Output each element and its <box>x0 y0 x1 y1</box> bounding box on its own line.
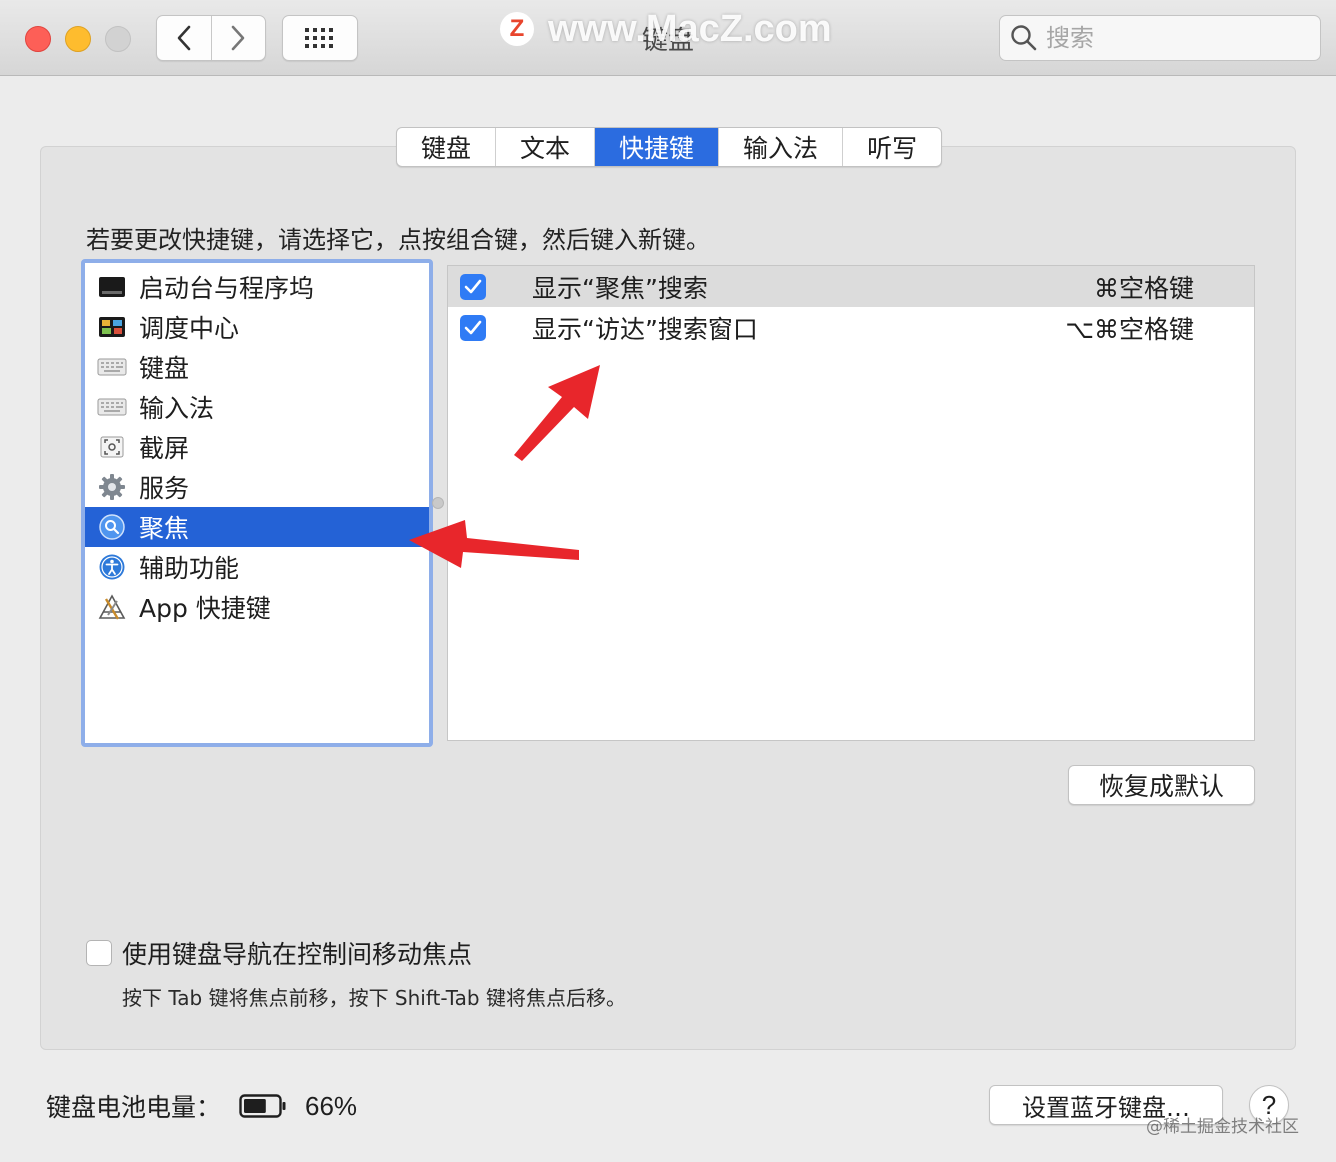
tab-text[interactable]: 文本 <box>495 128 594 166</box>
mission-control-icon <box>97 312 127 342</box>
category-launchpad-dock[interactable]: 启动台与程序坞 <box>85 267 429 307</box>
restore-defaults-button[interactable]: 恢复成默认 <box>1068 765 1255 805</box>
table-row[interactable]: 显示“聚焦”搜索 ⌘空格键 <box>448 266 1254 307</box>
search-icon <box>1011 25 1037 51</box>
launchpad-dock-icon <box>97 272 127 302</box>
category-label: 服务 <box>139 474 190 503</box>
tab-bar: 键盘 文本 快捷键 输入法 听写 <box>396 127 943 167</box>
search-input[interactable] <box>1046 24 1306 52</box>
category-app-shortcuts[interactable]: App 快捷键 <box>85 587 429 627</box>
category-label: 聚焦 <box>139 514 190 543</box>
category-screenshots[interactable]: 截屏 <box>85 427 429 467</box>
tab-keyboard[interactable]: 键盘 <box>397 128 495 166</box>
instruction-text: 若要更改快捷键，请选择它，点按组合键，然后键入新键。 <box>86 226 710 254</box>
category-keyboard[interactable]: 键盘 <box>85 347 429 387</box>
category-mission-control[interactable]: 调度中心 <box>85 307 429 347</box>
category-label: 输入法 <box>139 394 215 423</box>
category-label: 启动台与程序坞 <box>139 274 315 303</box>
shortcut-name: 显示“聚焦”搜索 <box>532 273 708 303</box>
keyboard-navigation-hint: 按下 Tab 键将焦点前移，按下 Shift-Tab 键将焦点后移。 <box>122 986 626 1010</box>
keyboard-navigation-label[interactable]: 使用键盘导航在控制间移动焦点 <box>122 935 472 971</box>
screenshot-icon <box>97 432 127 462</box>
category-input-sources[interactable]: 输入法 <box>85 387 429 427</box>
category-spotlight[interactable]: 聚焦 <box>85 507 429 547</box>
category-label: 截屏 <box>139 434 190 463</box>
battery-icon <box>239 1094 286 1118</box>
keyboard-navigation-checkbox[interactable] <box>86 940 112 966</box>
shortcut-checkbox[interactable] <box>460 273 486 300</box>
setup-bluetooth-keyboard-button[interactable]: 设置蓝牙键盘… <box>989 1085 1223 1125</box>
shortcut-category-list[interactable]: 启动台与程序坞 调度中心 键盘 输入法 截屏 服务 聚焦 辅助功能 App 快捷… <box>81 259 433 747</box>
shortcut-key[interactable]: ⌥⌘空格键 <box>1065 310 1194 346</box>
category-label: 辅助功能 <box>139 554 240 583</box>
app-shortcuts-icon <box>97 592 127 622</box>
shortcut-checkbox[interactable] <box>460 314 486 341</box>
title-bar: 键盘 Z www.MacZ.com <box>0 0 1336 76</box>
shortcut-table: 显示“聚焦”搜索 ⌘空格键 显示“访达”搜索窗口 ⌥⌘空格键 <box>447 265 1255 741</box>
spotlight-icon <box>97 512 127 542</box>
gear-icon <box>97 472 127 502</box>
keyboard-battery: 键盘电池电量： 66% <box>46 1088 357 1124</box>
help-button[interactable]: ? <box>1249 1085 1289 1125</box>
keyboard-navigation-option: 使用键盘导航在控制间移动焦点 <box>86 935 472 971</box>
accessibility-icon <box>97 552 127 582</box>
shortcut-name: 显示“访达”搜索窗口 <box>532 314 758 344</box>
checkmark-icon <box>464 279 482 293</box>
shortcut-key[interactable]: ⌘空格键 <box>1094 269 1194 305</box>
keyboard-icon <box>97 352 127 382</box>
search-box <box>999 15 1321 61</box>
category-label: App 快捷键 <box>139 594 271 623</box>
split-view-divider[interactable] <box>432 497 444 509</box>
category-services[interactable]: 服务 <box>85 467 429 507</box>
tab-shortcuts[interactable]: 快捷键 <box>594 128 719 166</box>
category-label: 键盘 <box>139 354 190 383</box>
battery-label: 键盘电池电量： <box>46 1093 222 1122</box>
tab-dictation[interactable]: 听写 <box>842 128 941 166</box>
table-row[interactable]: 显示“访达”搜索窗口 ⌥⌘空格键 <box>448 307 1254 348</box>
battery-percent: 66% <box>305 1090 358 1121</box>
tab-input-sources[interactable]: 输入法 <box>718 128 842 166</box>
input-source-icon <box>97 392 127 422</box>
category-label: 调度中心 <box>139 314 240 343</box>
category-accessibility[interactable]: 辅助功能 <box>85 547 429 587</box>
checkmark-icon <box>464 320 482 334</box>
